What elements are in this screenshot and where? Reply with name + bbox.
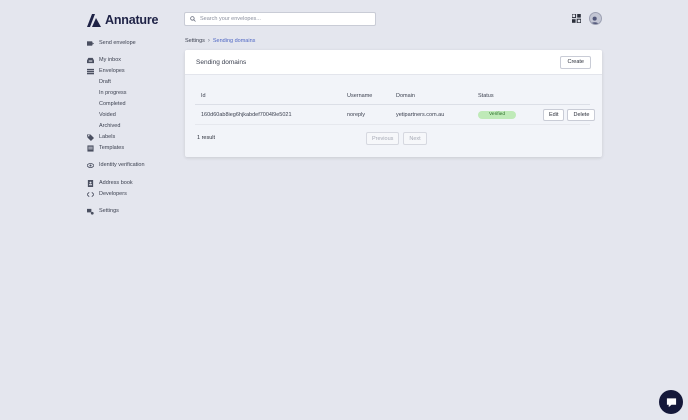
user-avatar[interactable]: [589, 12, 602, 25]
next-button[interactable]: Next: [403, 132, 427, 145]
sidebar-item-label: Completed: [99, 101, 126, 107]
sidebar-item-address-book[interactable]: Address book: [87, 178, 133, 188]
sidebar-item-templates[interactable]: Templates: [87, 143, 124, 153]
tag-icon: [87, 133, 94, 141]
sidebar-item-voided[interactable]: Voided: [99, 110, 116, 120]
search-icon: [190, 16, 196, 22]
send-envelope-icon: [87, 40, 94, 46]
sidebar-item-label: Draft: [99, 79, 111, 85]
column-header-status: Status: [478, 93, 494, 99]
breadcrumb-settings-link[interactable]: Settings: [185, 38, 205, 44]
address-book-icon: [87, 179, 94, 187]
sending-domains-card: Sending domains Create Id Username Domai…: [185, 50, 602, 157]
code-icon: [87, 191, 94, 197]
previous-button[interactable]: Previous: [366, 132, 400, 145]
templates-icon: [87, 144, 94, 152]
sidebar-item-send-envelope[interactable]: Send envelope: [87, 38, 136, 48]
search-input[interactable]: [200, 16, 370, 22]
card-footer: 1 result Previous Next: [197, 132, 592, 146]
sending-domains-table: Id Username Domain Status 160d60ab8ieg6h…: [195, 90, 596, 125]
table-row: 160d60ab8ieg6hjkabdef7004l9e5021 noreply…: [195, 105, 596, 125]
grid-icon[interactable]: [572, 14, 581, 23]
row-actions: Edit Delete: [543, 109, 596, 121]
inbox-icon: [87, 57, 94, 63]
table-header: Id Username Domain Status: [195, 90, 590, 105]
column-header-username: Username: [347, 93, 373, 99]
sidebar-item-my-inbox[interactable]: My inbox: [87, 55, 121, 65]
sidebar-item-draft[interactable]: Draft: [99, 77, 111, 87]
annature-logo-icon: [87, 13, 101, 27]
sidebar-item-label: Identity verification: [99, 162, 145, 168]
chat-bubble-icon: [666, 397, 676, 407]
create-button[interactable]: Create: [560, 55, 591, 69]
sidebar-item-developers[interactable]: Developers: [87, 189, 127, 199]
eye-icon: [87, 162, 94, 168]
sidebar-item-label: In progress: [99, 90, 127, 96]
sidebar-item-label: Address book: [99, 180, 133, 186]
card-title: Sending domains: [196, 58, 247, 66]
breadcrumb: Settings › Sending domains: [185, 38, 255, 44]
sidebar-item-label: Settings: [99, 208, 119, 214]
cell-username: noreply: [347, 112, 366, 118]
sidebar-item-archived[interactable]: Archived: [99, 121, 120, 131]
cell-id: 160d60ab8ieg6hjkabdef7004l9e5021: [201, 112, 292, 118]
sidebar-item-label: Voided: [99, 112, 116, 118]
search-bar[interactable]: [184, 12, 376, 26]
sidebar-item-label: Archived: [99, 123, 121, 129]
status-badge: Verified: [478, 111, 516, 119]
sidebar-item-label: Labels: [99, 134, 116, 140]
sidebar-item-label: My inbox: [99, 57, 122, 63]
card-header: Sending domains Create: [185, 50, 602, 75]
sidebar-item-label: Templates: [99, 145, 125, 151]
column-header-domain: Domain: [396, 93, 415, 99]
sidebar-item-label: Send envelope: [99, 40, 136, 46]
sidebar-item-envelopes[interactable]: Envelopes: [87, 66, 125, 76]
sidebar-item-label: Developers: [99, 191, 127, 197]
sidebar-item-labels[interactable]: Labels: [87, 132, 115, 142]
delete-button[interactable]: Delete: [567, 109, 596, 121]
sidebar-item-settings[interactable]: Settings: [87, 206, 119, 216]
sidebar-item-in-progress[interactable]: In progress: [99, 88, 127, 98]
chat-button[interactable]: [659, 390, 683, 414]
sidebar-item-label: Envelopes: [99, 68, 125, 74]
sidebar-item-completed[interactable]: Completed: [99, 99, 126, 109]
settings-icon: [87, 208, 94, 215]
pagination: Previous Next: [366, 132, 427, 145]
column-header-id: Id: [201, 93, 206, 99]
brand-logo[interactable]: Annature: [87, 13, 158, 27]
result-count: 1 result: [197, 135, 216, 141]
user-icon: [590, 16, 599, 24]
chevron-right-icon: ›: [207, 38, 210, 44]
brand-name: Annature: [105, 13, 159, 27]
sidebar-item-identity-verification[interactable]: Identity verification: [87, 160, 145, 170]
cell-domain: yetipartners.com.au: [396, 112, 445, 118]
envelopes-icon: [87, 68, 94, 74]
breadcrumb-current: Sending domains: [212, 38, 256, 44]
edit-button[interactable]: Edit: [543, 109, 565, 121]
